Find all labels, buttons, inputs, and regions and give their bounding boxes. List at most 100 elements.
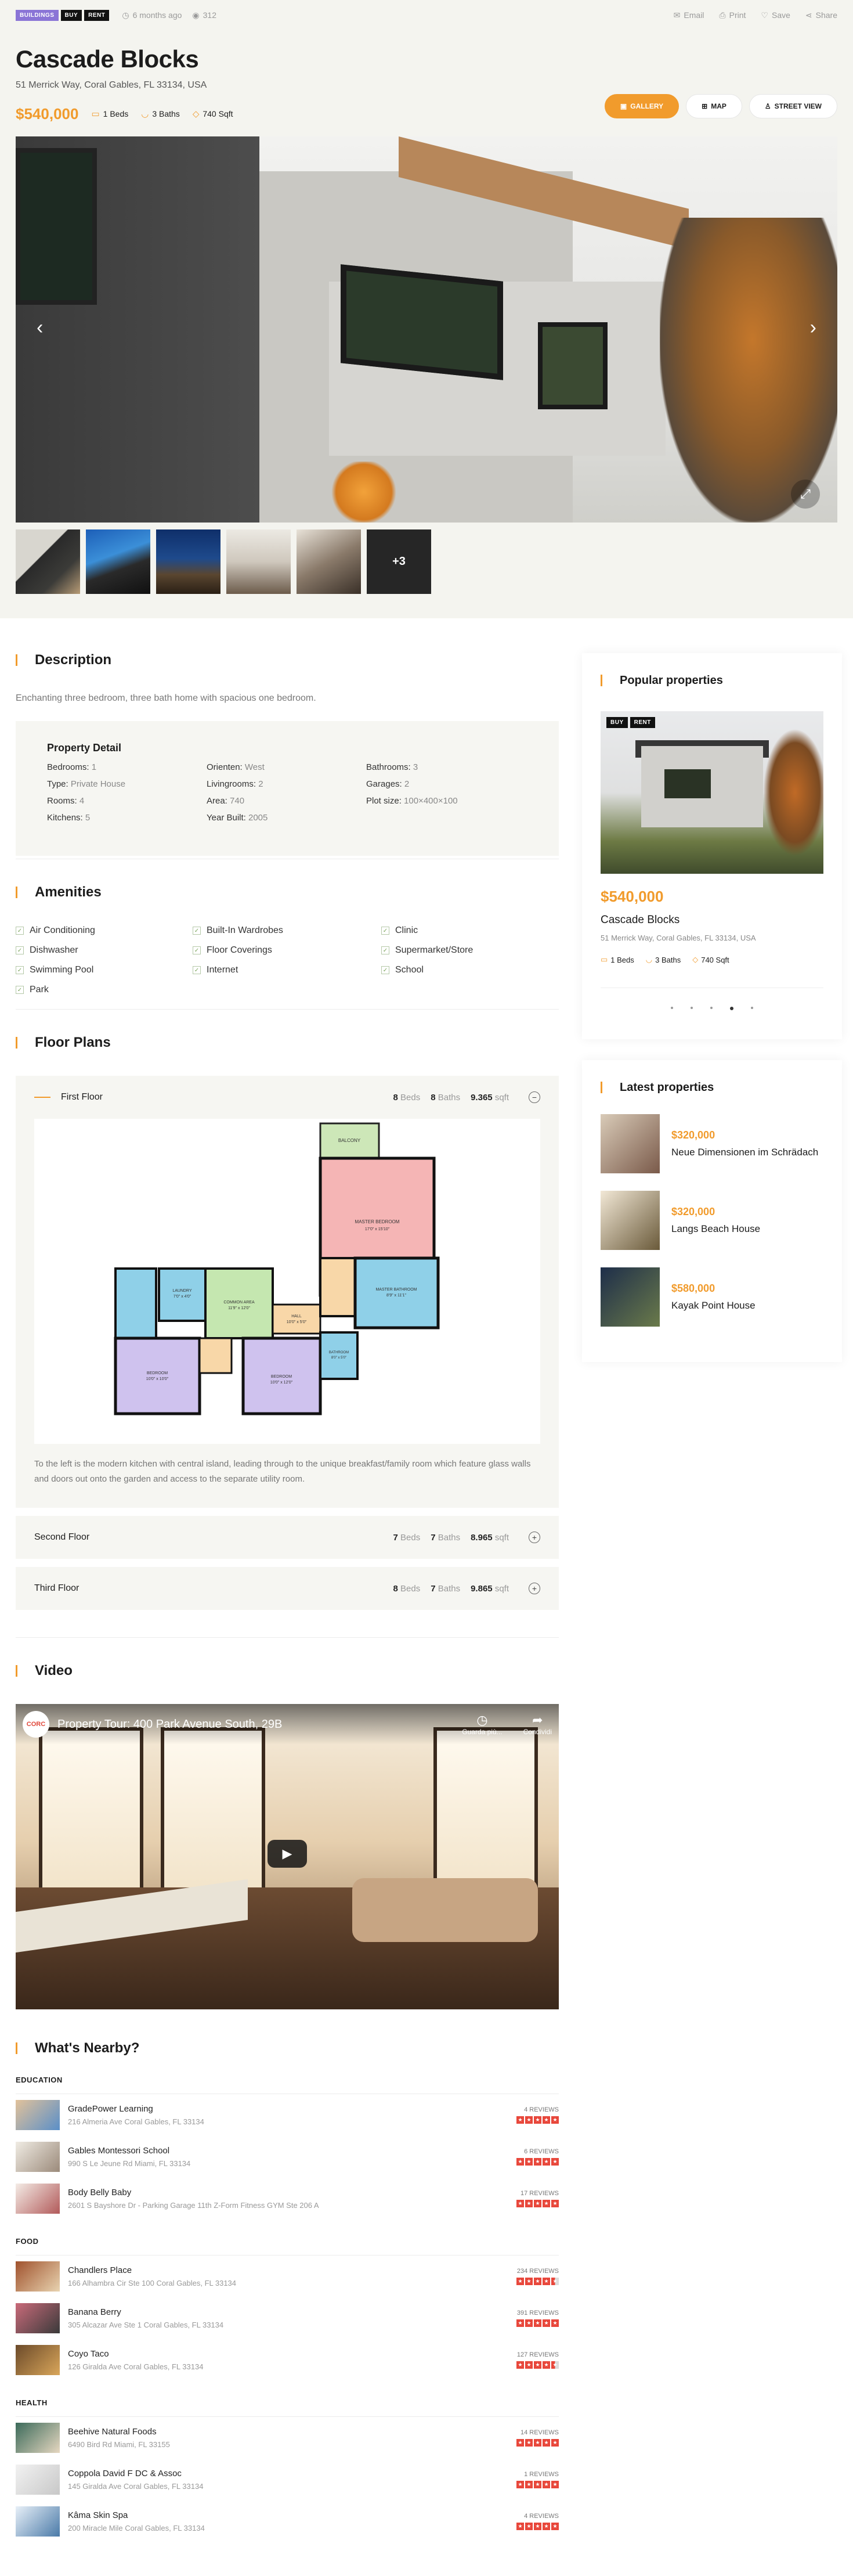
place-address: 990 S Le Jeune Rd Miami, FL 33134: [68, 2159, 191, 2168]
latest-property[interactable]: $580,000 Kayak Point House: [601, 1267, 823, 1327]
nearby-place[interactable]: GradePower Learning 216 Almeria Ave Coral…: [16, 2094, 559, 2136]
popular-area: 740 Sqft: [701, 955, 729, 964]
expand-plus-icon[interactable]: +: [529, 1532, 540, 1543]
place-name[interactable]: Kâma Skin Spa: [68, 2510, 205, 2520]
place-name[interactable]: Banana Berry: [68, 2307, 223, 2317]
plan-label-bedroom2: BEDROOM: [271, 1375, 292, 1379]
thumbnail[interactable]: [16, 529, 80, 594]
nearby-place[interactable]: Banana Berry 305 Alcazar Ave Ste 1 Coral …: [16, 2297, 559, 2339]
share-action[interactable]: ⋖ Share: [805, 10, 837, 20]
video-caption[interactable]: Property Tour: 400 Park Avenue South, 29…: [57, 1718, 282, 1731]
latest-name[interactable]: Langs Beach House: [671, 1223, 760, 1235]
floor-plan-header[interactable]: First Floor 8 Beds 8 Baths 9.365 sqft −: [16, 1076, 559, 1119]
detail-key: Bedrooms:: [47, 762, 89, 772]
place-thumbnail[interactable]: [16, 2423, 60, 2453]
latest-thumbnail[interactable]: [601, 1191, 660, 1250]
amenities-title: Amenities: [16, 882, 559, 902]
place-thumbnail[interactable]: [16, 2184, 60, 2214]
email-action[interactable]: ✉ Email: [674, 10, 704, 20]
save-action[interactable]: ♡ Save: [761, 10, 790, 20]
channel-logo[interactable]: CORC: [23, 1711, 49, 1738]
place-name[interactable]: GradePower Learning: [68, 2104, 204, 2114]
nearby-place[interactable]: Chandlers Place 166 Alhambra Cir Ste 100 …: [16, 2256, 559, 2297]
place-name[interactable]: Coyo Taco: [68, 2349, 203, 2359]
carousel-dot[interactable]: [671, 1007, 673, 1009]
star-icon: ★: [551, 2116, 559, 2124]
carousel-dot[interactable]: [751, 1007, 753, 1009]
nearby-place[interactable]: Beehive Natural Foods 6490 Bird Rd Miami,…: [16, 2417, 559, 2459]
carousel-dot[interactable]: [691, 1007, 693, 1009]
latest-property[interactable]: $320,000 Neue Dimensionen im Schrädach: [601, 1114, 823, 1174]
thumbnail[interactable]: [297, 529, 361, 594]
place-thumbnail[interactable]: [16, 2100, 60, 2130]
place-name[interactable]: Gables Montessori School: [68, 2146, 190, 2156]
latest-thumbnail[interactable]: [601, 1267, 660, 1327]
place-name[interactable]: Coppola David F DC & Assoc: [68, 2469, 203, 2478]
latest-name[interactable]: Neue Dimensionen im Schrädach: [671, 1146, 818, 1159]
nearby-place[interactable]: Coppola David F DC & Assoc 145 Giralda Av…: [16, 2459, 559, 2501]
popular-name[interactable]: Cascade Blocks: [601, 914, 823, 927]
chevron-left-icon[interactable]: ‹: [37, 316, 43, 339]
nearby-title: What's Nearby?: [16, 2038, 559, 2058]
place-address: 145 Giralda Ave Coral Gables, FL 33134: [68, 2482, 204, 2491]
detail-key: Area:: [207, 796, 227, 806]
tag-buildings[interactable]: BUILDINGS: [16, 9, 59, 21]
video-share-button[interactable]: ➦ Condividi: [523, 1713, 552, 1736]
print-action[interactable]: ⎙ Print: [719, 10, 746, 20]
video-section: Video CORC Property Tour: 400 Park Avenu…: [16, 1638, 559, 2038]
latest-property[interactable]: $320,000 Langs Beach House: [601, 1190, 823, 1251]
carousel-dot[interactable]: [710, 1007, 713, 1009]
gallery-main-image[interactable]: ‹ › ⤢: [16, 136, 837, 523]
nearby-place[interactable]: Body Belly Baby 2601 S Bayshore Dr - Park…: [16, 2178, 559, 2220]
place-name[interactable]: Body Belly Baby: [68, 2188, 319, 2197]
thumbnail[interactable]: [156, 529, 221, 594]
carousel-dot[interactable]: [730, 1007, 733, 1010]
floor-plan-second[interactable]: Second Floor 7 Beds 7 Baths 8.965 sqft +: [16, 1516, 559, 1559]
thumbnail[interactable]: [226, 529, 291, 594]
check-icon: ✓: [16, 986, 24, 994]
review-count: 127 REVIEWS: [516, 2351, 559, 2358]
place-thumbnail[interactable]: [16, 2465, 60, 2495]
play-icon[interactable]: ▶: [268, 1840, 307, 1868]
tag-buy[interactable]: BUY: [60, 9, 82, 21]
chevron-right-icon[interactable]: ›: [810, 316, 816, 339]
sqft-label: sqft: [494, 1583, 509, 1594]
thumbnail-more[interactable]: +3: [367, 529, 431, 594]
place-thumbnail[interactable]: [16, 2303, 60, 2333]
detail-value: 5: [85, 813, 91, 823]
tag-buy[interactable]: BUY: [606, 717, 628, 728]
nearby-place[interactable]: Coyo Taco 126 Giralda Ave Coral Gables, F…: [16, 2339, 559, 2381]
latest-thumbnail[interactable]: [601, 1114, 660, 1173]
place-name[interactable]: Chandlers Place: [68, 2265, 236, 2275]
nearby-place[interactable]: Gables Montessori School 990 S Le Jeune R…: [16, 2136, 559, 2178]
tag-rent[interactable]: RENT: [84, 9, 110, 21]
nearby-place[interactable]: Kâma Skin Spa 200 Miracle Mile Coral Gabl…: [16, 2501, 559, 2542]
amenity-label: Built-In Wardrobes: [207, 925, 283, 935]
nearby-list: EDUCATION GradePower Learning 216 Almeria …: [16, 2076, 559, 2542]
printer-icon: ⎙: [719, 10, 726, 20]
detail-item: Rooms: 4: [47, 796, 207, 806]
popular-property-image[interactable]: BUY RENT: [601, 711, 823, 874]
place-thumbnail[interactable]: [16, 2506, 60, 2537]
map-button[interactable]: ⊞ MAP: [686, 94, 742, 118]
video-player[interactable]: CORC Property Tour: 400 Park Avenue Sout…: [16, 1704, 559, 2009]
amenity-label: Internet: [207, 965, 238, 975]
street-view-button[interactable]: ♙ STREET VIEW: [749, 94, 837, 118]
floor-plan-image[interactable]: BALCONY MASTER BEDROOM 17'0" x 15'10" MA…: [34, 1119, 540, 1444]
expand-plus-icon[interactable]: +: [529, 1583, 540, 1594]
bed-icon: ▭: [601, 955, 608, 964]
place-name[interactable]: Beehive Natural Foods: [68, 2427, 170, 2437]
thumbnail[interactable]: [86, 529, 150, 594]
floor-plan-third[interactable]: Third Floor 8 Beds 7 Baths 9.865 sqft +: [16, 1567, 559, 1610]
place-thumbnail[interactable]: [16, 2142, 60, 2172]
expand-icon[interactable]: ⤢: [791, 480, 820, 509]
latest-name[interactable]: Kayak Point House: [671, 1299, 756, 1312]
watch-later-button[interactable]: ◷ Guarda più...: [462, 1713, 502, 1736]
place-thumbnail[interactable]: [16, 2345, 60, 2375]
save-label: Save: [771, 10, 790, 20]
tag-rent[interactable]: RENT: [630, 717, 655, 728]
gallery-button[interactable]: ▣ GALLERY: [604, 94, 679, 118]
place-thumbnail[interactable]: [16, 2261, 60, 2292]
floor-baths: 7: [431, 1532, 436, 1543]
collapse-icon[interactable]: −: [529, 1091, 540, 1103]
